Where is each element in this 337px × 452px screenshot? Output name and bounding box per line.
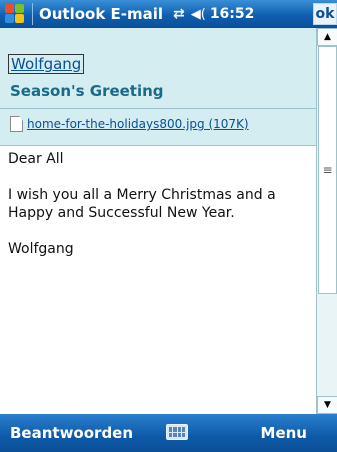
title-bar: Outlook E-mail ⇄ ◀︎( 16:52 ok <box>0 0 337 28</box>
attachment-file-icon <box>10 116 23 132</box>
attachment-link[interactable]: home-for-the-holidays800.jpg (107K) <box>27 117 249 131</box>
message-header: Wolfgang Season's Greeting home-for-the-… <box>0 28 316 146</box>
ok-button[interactable]: ok <box>313 3 337 25</box>
message-body: Dear All I wish you all a Merry Christma… <box>8 150 313 276</box>
message-text: I wish you all a Merry Christmas and a H… <box>8 187 276 221</box>
signature-text: Wolfgang <box>8 241 74 257</box>
vertical-scrollbar[interactable]: ▲ ≡ ▼ <box>316 28 337 414</box>
connectivity-icon[interactable]: ⇄ <box>173 6 185 22</box>
grip-icon: ≡ <box>322 163 333 177</box>
attachment-row[interactable]: home-for-the-holidays800.jpg (107K) <box>10 116 249 132</box>
greeting-text: Dear All <box>8 151 64 167</box>
menu-softkey[interactable]: Menu <box>261 424 307 442</box>
app-title: Outlook E-mail <box>39 5 164 23</box>
scroll-down-arrow-icon[interactable]: ▼ <box>317 396 337 414</box>
start-button[interactable] <box>0 0 30 28</box>
speaker-icon[interactable]: ◀︎( <box>191 7 206 22</box>
sender-link[interactable]: Wolfgang <box>8 54 85 74</box>
reply-softkey[interactable]: Beantwoorden <box>10 424 133 442</box>
scroll-up-arrow-icon[interactable]: ▲ <box>317 28 337 46</box>
keyboard-icon[interactable] <box>166 424 188 440</box>
clock[interactable]: 16:52 <box>210 6 255 22</box>
windows-flag-icon <box>5 4 25 24</box>
scroll-thumb[interactable]: ≡ <box>318 46 337 294</box>
subject-line: Season's Greeting <box>10 82 164 100</box>
status-icons: ⇄ ◀︎( <box>173 6 206 22</box>
softkey-bar: Beantwoorden Menu <box>0 414 337 452</box>
header-divider <box>0 108 316 109</box>
title-separator <box>32 3 33 25</box>
